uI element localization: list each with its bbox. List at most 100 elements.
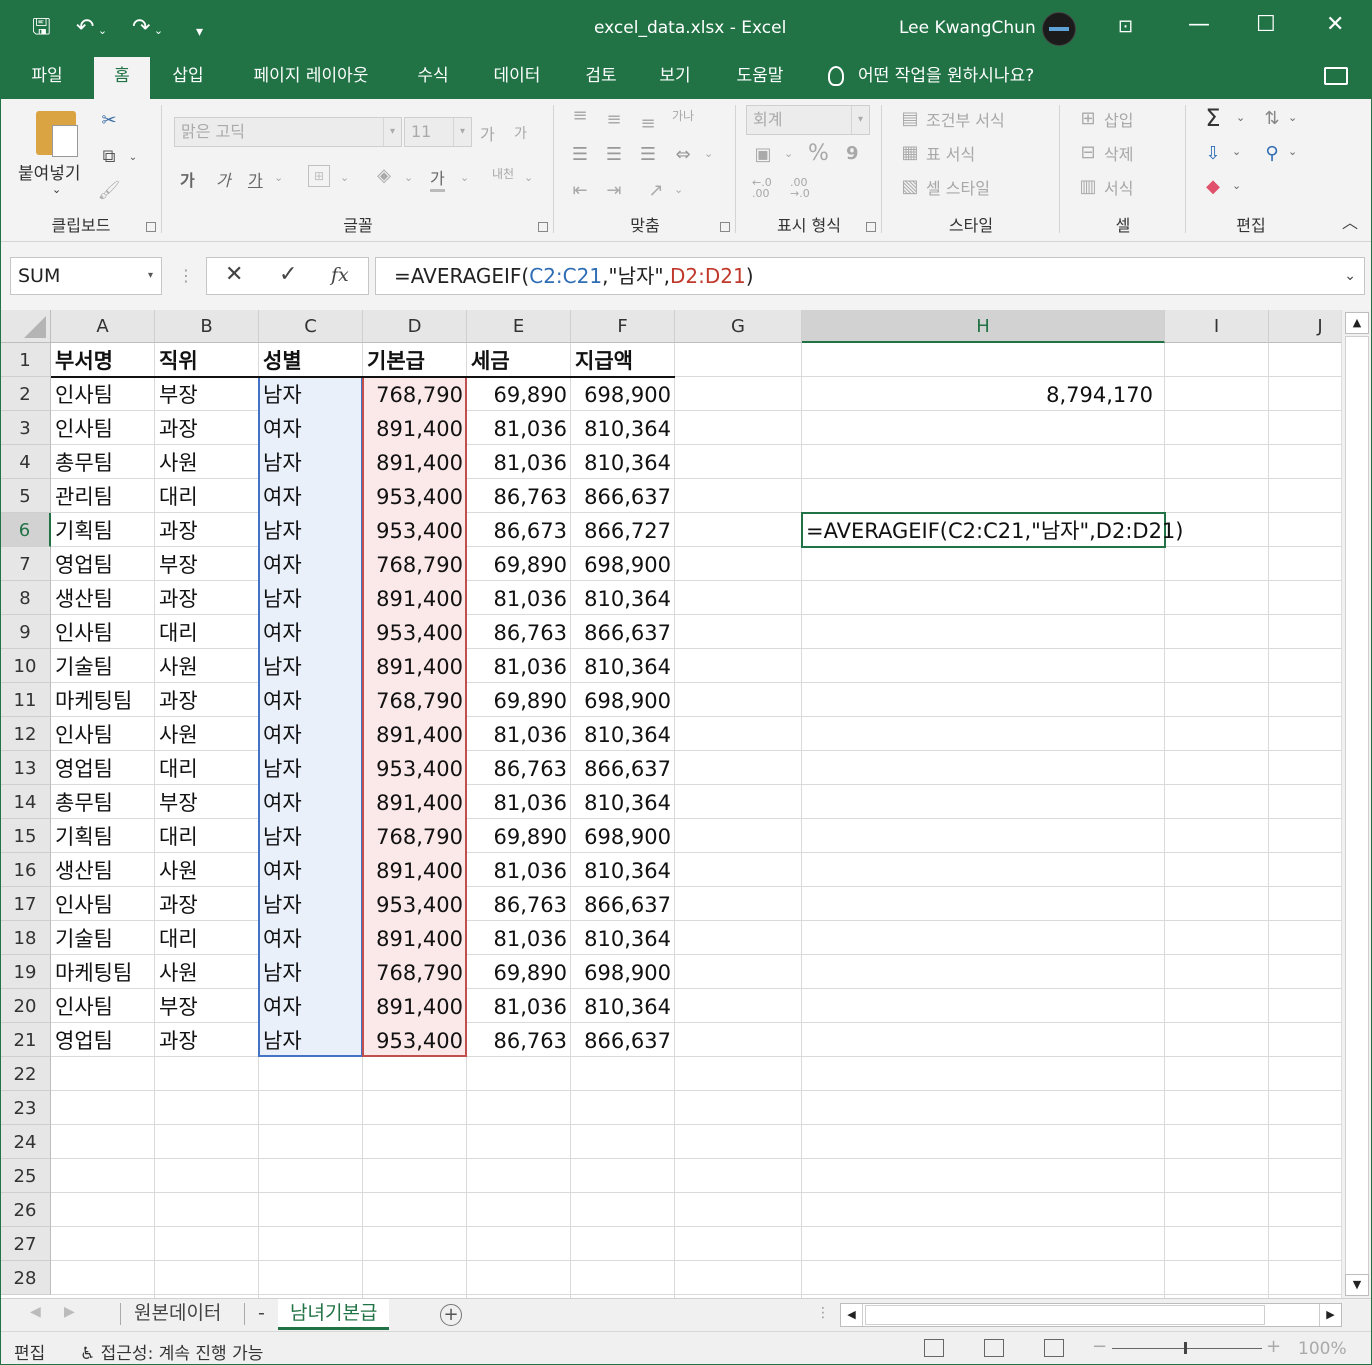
cell-f14[interactable]: 810,364 [571,785,675,819]
row-header-11[interactable]: 11 [0,683,51,717]
phonetic-dropdown-icon[interactable]: ⌄ [524,171,533,184]
cell-b14[interactable]: 부장 [155,785,259,819]
avatar[interactable] [1042,12,1076,46]
hscroll-thumb[interactable] [865,1305,1265,1325]
alignment-launcher-icon[interactable] [720,222,730,232]
tab-help[interactable]: 도움말 [722,57,798,99]
sort-dropdown-icon[interactable]: ⌄ [1288,111,1297,124]
cell-d5[interactable]: 953,400 [363,479,467,513]
cell-e12[interactable]: 81,036 [467,717,571,751]
cell-f13[interactable]: 866,637 [571,751,675,785]
column-header-f[interactable]: F [571,310,675,343]
zoom-level[interactable]: 100% [1298,1339,1347,1359]
cell-styles-button[interactable]: 셀 스타일 [926,175,990,199]
cell-c21[interactable]: 남자 [259,1023,363,1057]
sheet-tab-original-data[interactable]: 원본데이터 [122,1299,233,1330]
format-cells-button[interactable]: 서식 [1104,175,1133,199]
cell-f20[interactable]: 810,364 [571,989,675,1023]
cell-f21[interactable]: 866,637 [571,1023,675,1057]
cell-f11[interactable]: 698,900 [571,683,675,717]
find-select-icon[interactable]: ⚲ [1260,141,1284,165]
cell-e18[interactable]: 81,036 [467,921,571,955]
font-launcher-icon[interactable] [538,222,548,232]
row-header-24[interactable]: 24 [0,1125,51,1159]
horizontal-scrollbar[interactable]: ◀ ▶ [840,1303,1342,1327]
row-header-23[interactable]: 23 [0,1091,51,1125]
prev-sheet-icon[interactable]: ◀ [30,1304,41,1320]
cell-a8[interactable]: 생산팀 [51,581,155,615]
shrink-font-button[interactable]: 가 [514,123,527,143]
cell-f15[interactable]: 698,900 [571,819,675,853]
conditional-format-icon[interactable]: ▤ [898,107,922,129]
cell-b5[interactable]: 대리 [155,479,259,513]
cell-d20[interactable]: 891,400 [363,989,467,1023]
cell-b11[interactable]: 과장 [155,683,259,717]
cell-b9[interactable]: 대리 [155,615,259,649]
increase-indent-icon[interactable]: ⇥ [602,179,626,201]
align-top-icon[interactable]: ≡ [568,105,592,126]
cell-a20[interactable]: 인사팀 [51,989,155,1023]
cell-f4[interactable]: 810,364 [571,445,675,479]
ribbon-display-options-icon[interactable]: ⊡ [1118,16,1133,37]
scroll-right-icon[interactable]: ▶ [1319,1304,1341,1326]
row-header-7[interactable]: 7 [0,547,51,581]
row-header-19[interactable]: 19 [0,955,51,989]
cell-a17[interactable]: 인사팀 [51,887,155,921]
accounting-format-icon[interactable]: ▣ [750,143,776,165]
tab-view[interactable]: 보기 [646,57,704,99]
cell-d13[interactable]: 953,400 [363,751,467,785]
font-color-button[interactable]: 가 [430,165,445,192]
tab-formulas[interactable]: 수식 [404,57,462,99]
zoom-out-button[interactable]: − [1092,1336,1107,1357]
cell-a10[interactable]: 기술팀 [51,649,155,683]
scroll-down-icon[interactable]: ▼ [1345,1274,1369,1296]
cell-c6[interactable]: 남자 [259,513,363,547]
row-header-8[interactable]: 8 [0,581,51,615]
column-header-e[interactable]: E [467,310,571,343]
number-launcher-icon[interactable] [866,222,876,232]
format-as-table-icon[interactable]: ▦ [898,141,922,163]
collapse-ribbon-icon[interactable]: ︿ [1342,209,1358,233]
scroll-left-icon[interactable]: ◀ [841,1304,863,1326]
cell-a13[interactable]: 영업팀 [51,751,155,785]
row-header-17[interactable]: 17 [0,887,51,921]
accounting-dropdown-icon[interactable]: ⌄ [784,147,793,160]
minimize-button[interactable]: — [1188,12,1210,37]
autosum-dropdown-icon[interactable]: ⌄ [1236,111,1245,124]
cell-h6-editor[interactable]: =AVERAGEIF(C2:C21,"남자",D2:D21) [802,513,1187,547]
column-header-i[interactable]: I [1165,310,1269,343]
cell-e21[interactable]: 86,763 [467,1023,571,1057]
merge-dropdown-icon[interactable]: ⌄ [704,147,713,160]
clipboard-launcher-icon[interactable] [146,222,156,232]
fill-down-icon[interactable]: ⇩ [1200,141,1226,165]
zoom-in-button[interactable]: + [1266,1336,1281,1357]
copy-dropdown-icon[interactable]: ⌄ [126,147,140,167]
cell-f17[interactable]: 866,637 [571,887,675,921]
header-cell-d[interactable]: 기본급 [363,343,467,377]
cell-e4[interactable]: 81,036 [467,445,571,479]
italic-button[interactable]: 가 [216,167,231,191]
font-size-combo[interactable]: 11 ▾ [404,117,472,147]
orientation-button[interactable]: 가나 [672,107,694,124]
fill-dropdown-icon[interactable]: ⌄ [404,171,413,184]
user-name[interactable]: Lee KwangChun [899,18,1036,38]
row-header-1[interactable]: 1 [0,343,51,377]
cell-c15[interactable]: 남자 [259,819,363,853]
cell-e15[interactable]: 69,890 [467,819,571,853]
align-middle-icon[interactable]: ≡ [602,109,626,130]
row-header-20[interactable]: 20 [0,989,51,1023]
row-header-28[interactable]: 28 [0,1261,51,1295]
cell-area[interactable]: 부서명 직위 성별 기본급 세금 지급액 인사팀 부장 남자 768,790 69,890 698,9… [51,343,1341,1298]
cell-b6[interactable]: 과장 [155,513,259,547]
conditional-format-button[interactable]: 조건부 서식 [926,107,1005,131]
cell-f12[interactable]: 810,364 [571,717,675,751]
decrease-indent-icon[interactable]: ⇤ [568,179,592,201]
cell-c17[interactable]: 남자 [259,887,363,921]
zoom-slider[interactable] [1112,1348,1262,1349]
resize-handle-icon[interactable]: ⋮ [178,266,194,285]
cell-c18[interactable]: 여자 [259,921,363,955]
cell-a21[interactable]: 영업팀 [51,1023,155,1057]
cell-d3[interactable]: 891,400 [363,411,467,445]
row-header-3[interactable]: 3 [0,411,51,445]
cell-e2[interactable]: 69,890 [467,377,571,411]
